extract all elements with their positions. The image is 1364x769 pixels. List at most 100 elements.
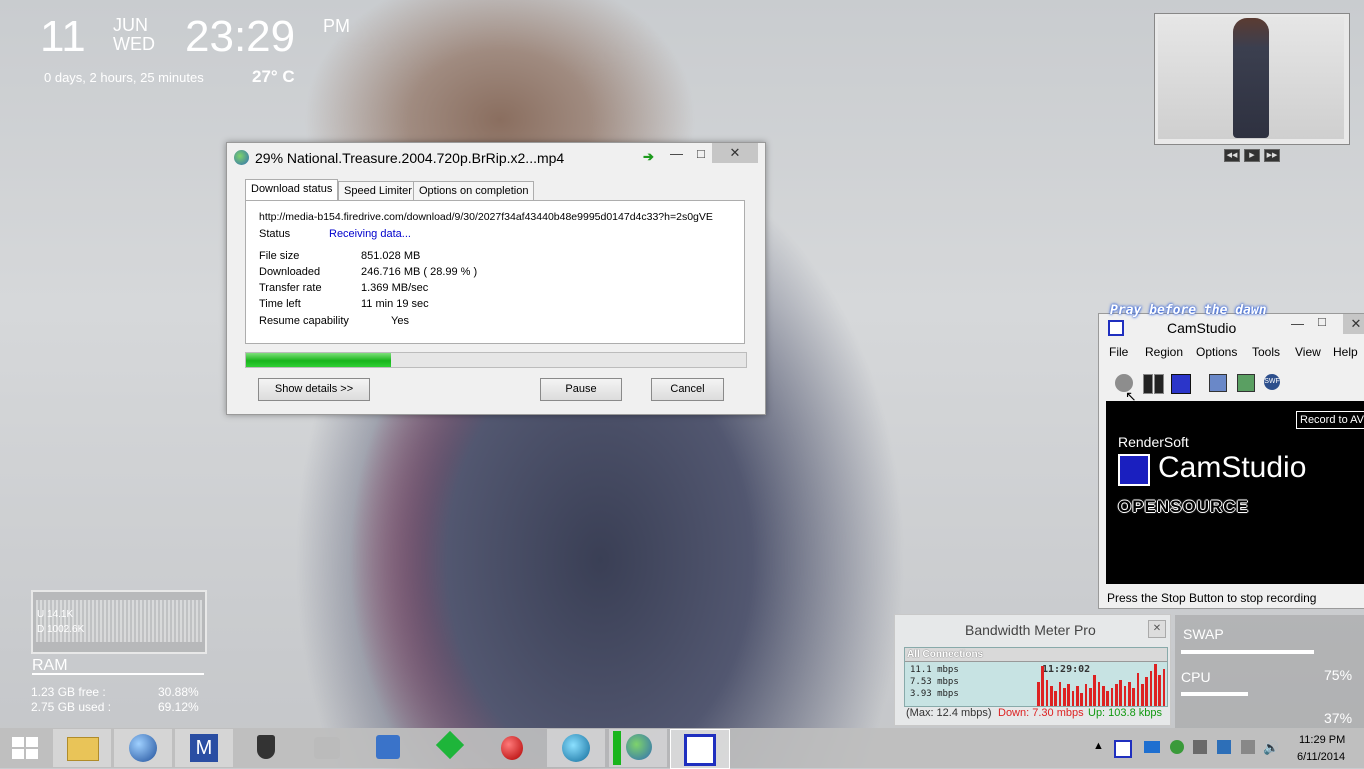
swap-bar [1181, 650, 1315, 654]
arrow-icon[interactable]: ➔ [643, 149, 654, 165]
product-text: CamStudio [1158, 451, 1307, 484]
bandwidth-bar [1076, 686, 1079, 706]
tray-app-icon[interactable] [1193, 740, 1207, 754]
region-icon[interactable] [1209, 374, 1227, 392]
windows-icon[interactable] [12, 737, 38, 759]
network-upload: U 14.1K [37, 609, 74, 620]
next-icon[interactable]: ▶▶ [1264, 149, 1280, 162]
annotation-icon[interactable] [1237, 374, 1255, 392]
ram-free-pct: 30.88% [158, 685, 199, 699]
bandwidth-close-button[interactable]: ✕ [1148, 620, 1166, 638]
ram-used-pct: 69.12% [158, 700, 199, 714]
network-download: D 1002.6K [37, 624, 85, 635]
minimize-icon[interactable]: — [670, 146, 683, 161]
cam-minimize-icon[interactable]: — [1291, 316, 1304, 331]
taskbar-m-app[interactable]: M [175, 729, 233, 767]
maximize-icon[interactable]: □ [697, 146, 705, 161]
ram-used-label: 2.75 GB used : [31, 700, 112, 714]
shield-icon [257, 735, 275, 759]
bandwidth-bar [1058, 681, 1062, 706]
prev-icon[interactable]: ◀◀ [1224, 149, 1240, 162]
tray-overflow-icon[interactable]: ▲ [1093, 740, 1104, 752]
idm-globe-icon [234, 150, 249, 165]
taskbar-idm[interactable] [609, 729, 667, 767]
f-app-icon [435, 730, 465, 760]
bandwidth-bar [1145, 677, 1149, 706]
show-details-button[interactable]: Show details >> [258, 378, 370, 401]
tray-dropbox-icon[interactable] [1217, 740, 1231, 754]
taskbar-f-app[interactable] [421, 729, 479, 767]
taskbar-tools[interactable] [298, 729, 356, 767]
tray-time[interactable]: 11:29 PM [1299, 734, 1345, 746]
temperature: 27° C [252, 67, 295, 86]
clock-month-label: JUN [113, 15, 148, 35]
tray-network-icon[interactable] [1241, 740, 1255, 754]
bandwidth-bar [1102, 686, 1105, 706]
transfer-rate-value: 1.369 MB/sec [361, 282, 429, 294]
bandwidth-up: Up: 103.8 kbps [1088, 707, 1162, 719]
connections-label: All Connections [907, 649, 984, 660]
bandwidth-bar [1063, 688, 1066, 706]
bandwidth-bar [1149, 670, 1153, 706]
tray-camstudio-icon[interactable] [1114, 740, 1132, 758]
cpu-percent: 75% [1324, 667, 1353, 683]
download-dialog: 29% National.Treasure.2004.720p.BrRip.x2… [226, 142, 766, 415]
bandwidth-bar [1089, 688, 1092, 706]
browser-icon [562, 734, 590, 762]
tab-options-on-completion[interactable]: Options on completion [413, 181, 535, 202]
file-explorer-icon [67, 737, 99, 761]
menu-help[interactable]: Help [1333, 345, 1358, 359]
bandwidth-bar [1050, 686, 1053, 706]
bandwidth-bar [1123, 686, 1127, 706]
cam-maximize-icon[interactable]: □ [1318, 314, 1326, 329]
pause-button[interactable]: Pause [540, 378, 622, 401]
camstudio-splash: Record to AV RenderSoft CamStudio OPENSO… [1106, 401, 1364, 584]
clock-day: 11 [40, 12, 86, 61]
bandwidth-bar [1071, 690, 1075, 706]
thumbnail-person-image [1233, 18, 1269, 138]
menu-tools[interactable]: Tools [1252, 345, 1280, 359]
pause-icon[interactable] [1143, 374, 1153, 394]
taskbar-file-explorer[interactable] [53, 729, 111, 767]
stop-icon[interactable] [1171, 374, 1191, 394]
bandwidth-bar [1158, 675, 1162, 706]
file-size-value: 851.028 MB [361, 250, 421, 262]
menu-region[interactable]: Region [1145, 345, 1183, 359]
scale-low: 3.93 mbps [910, 689, 959, 699]
camstudio-logo-icon [1118, 454, 1150, 486]
menu-file[interactable]: File [1109, 345, 1128, 359]
taskbar-globe[interactable] [114, 729, 172, 767]
menu-options[interactable]: Options [1196, 345, 1237, 359]
taskbar-browser[interactable] [547, 729, 605, 767]
taskbar-camstudio[interactable] [670, 729, 730, 769]
system-monitor-widget: SWAP CPU 75% 37% [1175, 615, 1364, 728]
camstudio-window: CamStudio — □ ✕ File Region Options Tool… [1098, 313, 1364, 609]
menu-view[interactable]: View [1295, 345, 1321, 359]
taskbar-network[interactable] [359, 729, 417, 767]
taskbar-shield[interactable] [237, 729, 295, 767]
cam-close-button[interactable]: ✕ [1343, 314, 1364, 334]
swf-icon[interactable]: SWF [1264, 374, 1280, 390]
close-button[interactable]: ✕ [712, 143, 758, 163]
tray-date[interactable]: 6/11/2014 [1297, 751, 1345, 763]
tray-monitor-icon[interactable] [1144, 741, 1160, 753]
ram-free-label: 1.23 GB free : [31, 685, 106, 699]
uptime-text: 0 days, 2 hours, 25 minutes [44, 70, 204, 85]
tray-volume-icon[interactable]: 🔊 [1263, 740, 1279, 756]
tab-speed-limiter[interactable]: Speed Limiter [338, 181, 418, 202]
bandwidth-bar [1110, 688, 1114, 706]
scale-mid: 7.53 mbps [910, 677, 959, 687]
play-icon[interactable]: ▶ [1244, 149, 1260, 162]
swap-label: SWAP [1183, 626, 1224, 642]
downloaded-label: Downloaded [259, 266, 321, 278]
camstudio-status: Press the Stop Button to stop recording [1107, 591, 1317, 605]
camstudio-app-icon [1108, 320, 1124, 336]
taskbar-apple[interactable] [483, 729, 541, 767]
cpu-label: CPU [1181, 669, 1211, 685]
clock-time: 23:29 [185, 12, 296, 61]
idm-icon [626, 734, 652, 760]
cancel-button[interactable]: Cancel [651, 378, 724, 401]
dialog-title: 29% National.Treasure.2004.720p.BrRip.x2… [255, 150, 565, 166]
tray-globe-icon[interactable] [1170, 740, 1184, 754]
pause-icon-right[interactable] [1154, 374, 1164, 394]
